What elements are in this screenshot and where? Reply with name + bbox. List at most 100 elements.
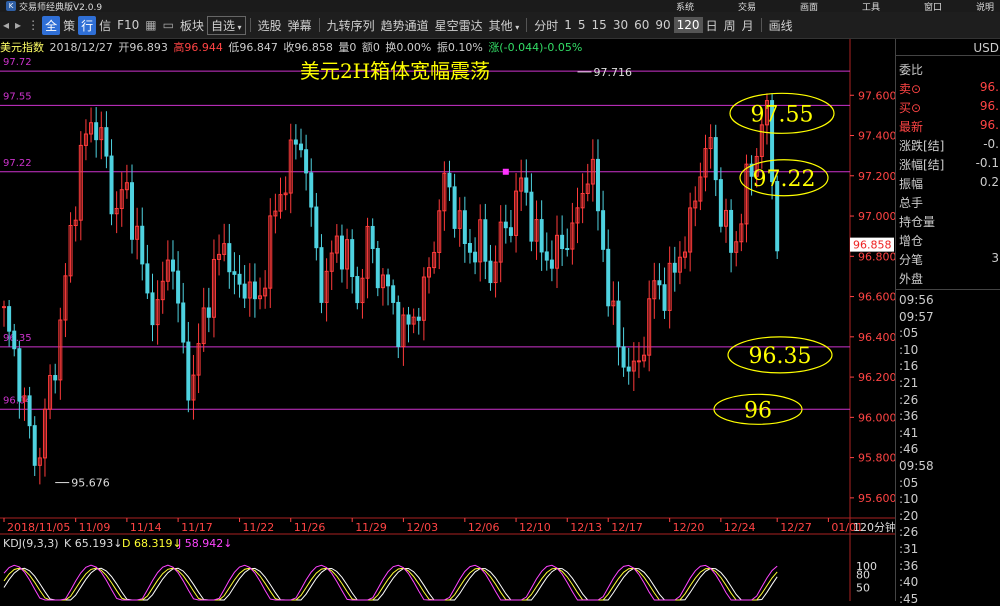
x-tick-label: 12/13 bbox=[570, 521, 602, 534]
candle bbox=[447, 172, 452, 188]
candle bbox=[252, 281, 257, 300]
x-tick-label: 12/03 bbox=[406, 521, 438, 534]
level-label: 96.35 bbox=[3, 333, 32, 344]
candle bbox=[503, 221, 508, 229]
last-price-label: 96.858 bbox=[853, 239, 892, 252]
panel-label-10: 分笔 bbox=[899, 253, 924, 267]
candle bbox=[775, 181, 780, 252]
candle bbox=[145, 263, 150, 294]
panel-label-4: 涨跌[结] bbox=[899, 139, 945, 153]
candle bbox=[539, 219, 544, 253]
candle bbox=[309, 172, 314, 208]
candle bbox=[7, 306, 12, 332]
candle bbox=[94, 122, 99, 141]
candle bbox=[140, 225, 145, 265]
candle bbox=[662, 284, 667, 311]
candle bbox=[181, 302, 186, 343]
x-tick-label: 12/17 bbox=[611, 521, 643, 534]
panel-value-3: 96. bbox=[979, 118, 999, 132]
candle bbox=[657, 280, 662, 286]
x-tick-label: 2018/11/05 bbox=[7, 521, 70, 534]
candle bbox=[406, 314, 411, 325]
candle bbox=[293, 139, 298, 145]
candle bbox=[462, 210, 467, 245]
period-label: 120分钟 bbox=[853, 520, 895, 534]
candle bbox=[27, 395, 32, 427]
y-tick-label: 96.800 bbox=[858, 250, 895, 263]
panel-label-2: 买⊙ bbox=[899, 101, 922, 115]
candle bbox=[729, 209, 734, 253]
candle bbox=[416, 316, 421, 321]
candle bbox=[606, 248, 611, 307]
tick-time: :45 bbox=[899, 591, 919, 606]
candle bbox=[298, 143, 303, 151]
candle bbox=[621, 346, 626, 368]
candle bbox=[718, 179, 723, 227]
tick-time: :36 bbox=[899, 558, 919, 573]
candle bbox=[391, 285, 396, 303]
candle bbox=[626, 366, 631, 372]
kdj-j: J 58.942↓ bbox=[177, 537, 232, 550]
candle bbox=[672, 262, 677, 273]
candle bbox=[17, 348, 22, 402]
panel-label-6: 振幅 bbox=[899, 177, 924, 191]
x-tick-label: 12/27 bbox=[780, 521, 812, 534]
kdj-line bbox=[3, 567, 778, 601]
candle bbox=[560, 234, 565, 250]
tick-time: 09:57 bbox=[899, 309, 934, 324]
panel-label-1: 卖⊙ bbox=[899, 82, 922, 96]
y-tick-label: 95.600 bbox=[858, 492, 895, 505]
peak-label: 97.716 bbox=[593, 66, 632, 79]
tick-time: :31 bbox=[899, 542, 919, 556]
tick-time: 09:56 bbox=[899, 293, 934, 307]
annotation-label: 96 bbox=[744, 398, 772, 423]
annotation-label: 97.22 bbox=[753, 167, 816, 192]
y-tick-label: 97.000 bbox=[858, 210, 895, 223]
candle bbox=[636, 360, 641, 363]
x-tick-label: 11/17 bbox=[181, 521, 213, 534]
candle bbox=[319, 247, 324, 303]
x-tick-label: 11/14 bbox=[130, 521, 162, 534]
y-tick-label: 97.400 bbox=[858, 130, 895, 143]
kdj-title: KDJ(9,3,3) bbox=[3, 537, 59, 550]
candle bbox=[150, 292, 155, 326]
y-tick-label: 97.200 bbox=[858, 170, 895, 183]
candle bbox=[109, 155, 114, 215]
kdj-tick-label: 50 bbox=[856, 582, 870, 595]
candle bbox=[355, 276, 360, 304]
candle bbox=[473, 251, 478, 263]
x-tick-label: 12/24 bbox=[724, 521, 756, 534]
panel-label-0: 委比 bbox=[899, 63, 924, 77]
kdj-k: K 65.193↓ bbox=[64, 537, 122, 550]
candle bbox=[232, 271, 237, 275]
quote-panel: USD 委比 卖⊙ 96. 买⊙ 96. 最新 96. 涨跌[结] -0. 涨幅[结] -0.1 振幅… bbox=[895, 39, 1000, 606]
tick-time: :21 bbox=[899, 376, 919, 390]
candle bbox=[206, 307, 211, 318]
candle bbox=[339, 235, 344, 270]
candle bbox=[452, 186, 457, 229]
candle bbox=[242, 283, 247, 299]
panel-label-3: 最新 bbox=[899, 120, 924, 134]
y-tick-label: 96.400 bbox=[858, 331, 895, 344]
panel-label-7: 总手 bbox=[899, 196, 924, 210]
candle bbox=[227, 243, 232, 273]
candle bbox=[237, 273, 242, 285]
candle bbox=[549, 259, 554, 269]
tick-time: :26 bbox=[899, 392, 919, 407]
candle bbox=[524, 177, 529, 193]
panel-value-5: -0.1 bbox=[975, 156, 999, 170]
candle bbox=[488, 260, 493, 284]
panel-value-4: -0. bbox=[983, 137, 999, 151]
panel-label-5: 涨幅[结] bbox=[899, 158, 945, 172]
candle bbox=[104, 127, 109, 157]
candle bbox=[304, 149, 309, 174]
trough-label: 95.676 bbox=[71, 477, 110, 490]
tick-time: :40 bbox=[899, 575, 919, 590]
candlestick-chart[interactable]: 97.600 97.400 97.200 97.000 96.800 96.600 96.4… bbox=[0, 0, 895, 601]
panel-value-6: 0.2 bbox=[979, 175, 999, 189]
panel-value-1: 96. bbox=[979, 80, 999, 94]
panel-value-2: 96. bbox=[979, 99, 999, 113]
candle bbox=[529, 191, 534, 242]
tick-time: :46 bbox=[899, 442, 919, 457]
tick-time: :10 bbox=[899, 342, 919, 357]
